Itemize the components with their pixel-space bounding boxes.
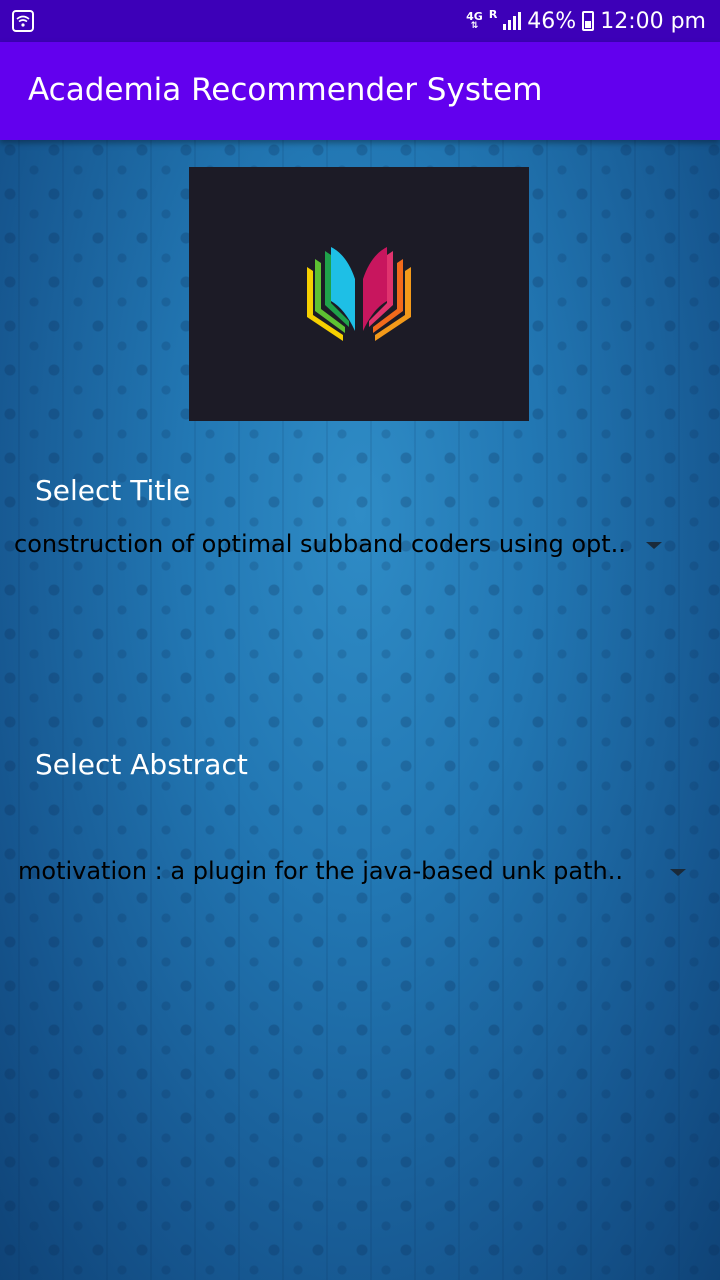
status-time: 12:00 pm xyxy=(600,8,706,34)
app-bar: Academia Recommender System xyxy=(0,42,720,140)
data-arrows-icon: ⇅ xyxy=(470,21,479,31)
battery-percent: 46% xyxy=(527,8,577,34)
app-title: Academia Recommender System xyxy=(28,72,543,108)
roaming-label: R xyxy=(488,8,498,21)
app-screen: 4G ⇅ R 46% 12:00 pm Academia Recommender… xyxy=(0,0,720,1280)
status-indicators: 4G ⇅ R 46% 12:00 pm xyxy=(466,6,706,36)
book-logo-icon xyxy=(307,247,411,341)
select-abstract-label: Select Abstract xyxy=(35,748,248,781)
abstract-dropdown-arrow-icon xyxy=(670,869,686,876)
network-type: 4G ⇅ xyxy=(466,11,483,31)
signal-icon xyxy=(503,12,522,30)
title-spinner-value: construction of optimal subband coders u… xyxy=(14,530,626,558)
wifi-icon xyxy=(12,10,34,32)
status-bar: 4G ⇅ R 46% 12:00 pm xyxy=(0,0,720,42)
battery-icon xyxy=(582,11,595,31)
title-spinner[interactable]: construction of optimal subband coders u… xyxy=(0,522,700,570)
app-logo xyxy=(189,167,529,421)
select-title-label: Select Title xyxy=(35,474,191,507)
title-dropdown-arrow-icon xyxy=(646,542,662,549)
abstract-spinner[interactable]: motivation : a plugin for the java-based… xyxy=(0,849,700,897)
abstract-spinner-value: motivation : a plugin for the java-based… xyxy=(18,857,623,885)
